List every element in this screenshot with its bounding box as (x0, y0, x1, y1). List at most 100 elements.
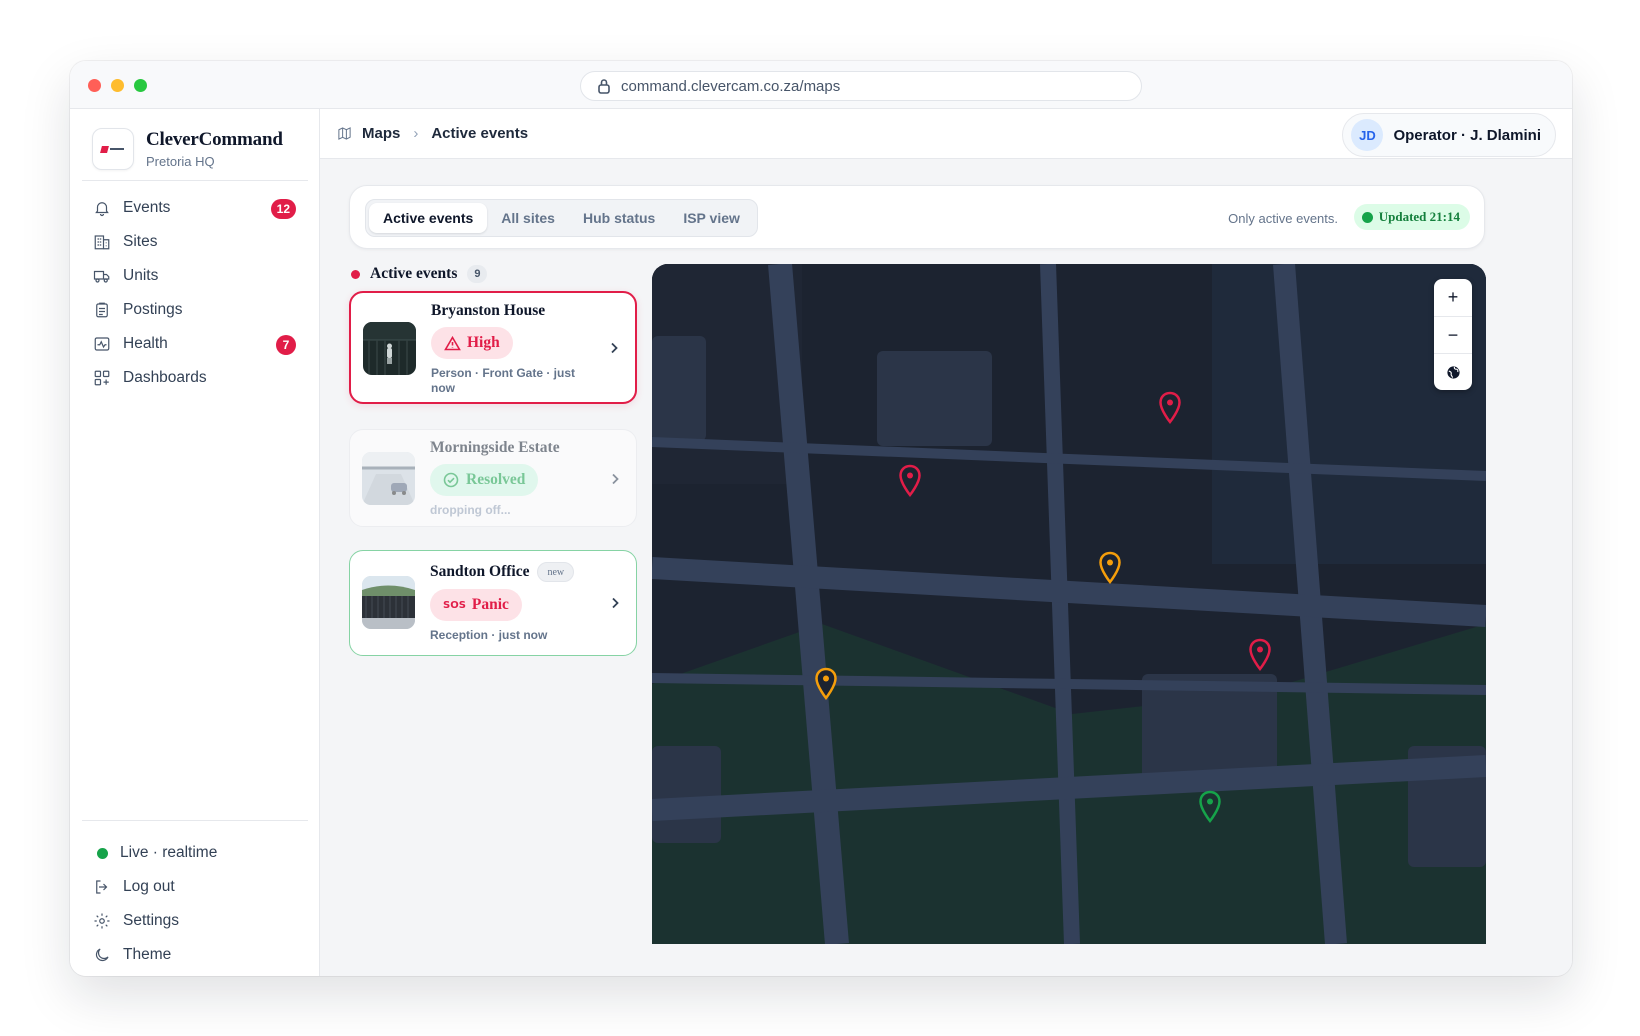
map-icon (338, 127, 351, 140)
event-meta: dropping off... (430, 503, 511, 517)
zoom-in-button[interactable]: + (1434, 279, 1472, 316)
event-site-name-text: Sandton Office (430, 563, 530, 580)
chevron-right-icon (611, 342, 618, 354)
zoom-out-button[interactable]: − (1434, 316, 1472, 353)
camera-thumbnail (362, 452, 415, 505)
sidebar-item-label: Health (123, 335, 168, 352)
brand-subtitle: Pretoria HQ (146, 154, 215, 169)
brand-name: CleverCommand (146, 129, 283, 150)
event-meta: Reception · just now (430, 628, 548, 642)
map-pin-critical[interactable] (1156, 390, 1184, 426)
user-menu[interactable]: JD Operator · J. Dlamini (1342, 113, 1556, 157)
brand-logo (92, 128, 134, 170)
moon-icon (95, 948, 109, 962)
severity-text: High (467, 334, 500, 351)
status-badge: Resolved (430, 464, 539, 496)
warning-icon (444, 335, 461, 350)
sidebar-divider (82, 180, 308, 181)
sos-icon: SOS (443, 599, 466, 611)
event-card-sandton[interactable]: Sandton Office new SOS Panic Reception ·… (349, 550, 637, 656)
live-status: Live · realtime (70, 836, 320, 870)
updated-text: Updated 21:14 (1378, 209, 1460, 224)
severity-badge: SOS Panic (430, 589, 522, 621)
tab-active-events[interactable]: Active events (369, 203, 488, 233)
activity-icon (94, 337, 110, 351)
chevron-right-icon (612, 473, 619, 485)
sidebar-divider (82, 820, 308, 821)
settings-label: Settings (123, 912, 180, 929)
sidebar-item-label: Postings (123, 301, 183, 318)
sidebar-item-units[interactable]: Units (70, 259, 320, 293)
logout-button[interactable]: Log out (70, 870, 320, 904)
event-site-name: Sandton Office new (430, 562, 575, 582)
map-canvas (652, 264, 1486, 944)
sidebar-item-postings[interactable]: Postings (70, 293, 320, 327)
brand[interactable]: CleverCommand Pretoria HQ (92, 128, 283, 170)
logout-icon (96, 880, 108, 894)
severity-text: Panic (471, 596, 509, 613)
live-status-dot (97, 847, 108, 859)
chevron-right-icon (612, 597, 619, 609)
health-count-badge: 7 (276, 335, 296, 355)
user-name: Operator · J. Dlamini (1393, 126, 1541, 144)
sidebar-item-dashboards[interactable]: Dashboards (70, 361, 320, 395)
tab-hub-status[interactable]: Hub status (569, 203, 669, 233)
camera-thumbnail (362, 576, 415, 629)
sidebar-item-health[interactable]: Health 7 (70, 327, 320, 361)
sidebar-nav: Events 12 Sites Units Postings Health 7 (70, 191, 320, 395)
map-pin-critical[interactable] (1246, 637, 1274, 673)
topbar: Maps › Active events JD Operator · J. Dl… (320, 109, 1572, 159)
map-pin-warning[interactable] (1096, 550, 1124, 586)
event-meta: Person · Front Gate · just now (431, 366, 576, 395)
grid-icon (94, 370, 110, 386)
events-count-badge: 12 (270, 199, 296, 219)
breadcrumb-root[interactable]: Maps (362, 125, 400, 142)
browser-window: command.clevercam.co.za/maps CleverComma… (70, 61, 1572, 976)
tab-isp-view[interactable]: ISP view (669, 203, 754, 233)
sidebar-item-label: Units (123, 267, 159, 284)
minimize-window-button[interactable] (111, 79, 124, 92)
active-dot (351, 269, 360, 279)
events-list-title: Active events (370, 265, 458, 282)
events-list-header: Active events 9 (351, 265, 488, 283)
sidebar-item-events[interactable]: Events 12 (70, 191, 320, 225)
gear-icon (94, 913, 110, 929)
tab-all-sites[interactable]: All sites (487, 203, 569, 233)
address-bar[interactable]: command.clevercam.co.za/maps (580, 71, 1142, 101)
building-icon (94, 235, 110, 250)
map-pin-critical[interactable] (896, 463, 924, 499)
avatar: JD (1351, 119, 1384, 151)
theme-toggle[interactable]: Theme (70, 938, 320, 972)
status-text: Resolved (466, 471, 526, 488)
maximize-window-button[interactable] (134, 79, 147, 92)
live-status-text: Live · realtime (120, 844, 218, 861)
view-tabs: Active events All sites Hub status ISP v… (365, 199, 758, 237)
events-count: 9 (467, 265, 488, 283)
close-window-button[interactable] (88, 79, 101, 92)
sidebar-footer: Live · realtime Log out Settings Theme (70, 836, 320, 972)
updated-badge: Updated 21:14 (1353, 204, 1470, 230)
truck-icon (93, 270, 110, 283)
settings-button[interactable]: Settings (70, 904, 320, 938)
url-text: command.clevercam.co.za/maps (621, 77, 841, 95)
logout-label: Log out (123, 878, 175, 895)
event-card-bryanston[interactable]: Bryanston House High Person · Front Gate… (349, 291, 637, 404)
map-view[interactable]: + − (652, 264, 1486, 944)
event-site-name: Bryanston House (431, 302, 546, 319)
map-pin-ok[interactable] (1196, 789, 1224, 825)
sidebar-item-label: Dashboards (123, 369, 207, 386)
globe-icon (1446, 365, 1460, 379)
event-card-morningside[interactable]: Morningside Estate Resolved dropping off… (349, 429, 637, 527)
theme-label: Theme (123, 946, 172, 963)
globe-button[interactable] (1434, 353, 1472, 390)
map-zoom-controls: + − (1434, 279, 1472, 390)
event-site-name: Morningside Estate (430, 439, 560, 456)
sidebar-item-sites[interactable]: Sites (70, 225, 320, 259)
map-pin-warning[interactable] (812, 666, 840, 702)
updated-dot (1361, 211, 1373, 223)
main-content: Maps › Active events JD Operator · J. Dl… (320, 109, 1572, 976)
sidebar-item-label: Events (123, 199, 171, 216)
new-tag: new (537, 562, 575, 582)
lock-icon (598, 79, 610, 94)
sidebar: CleverCommand Pretoria HQ Events 12 Site… (70, 109, 320, 976)
